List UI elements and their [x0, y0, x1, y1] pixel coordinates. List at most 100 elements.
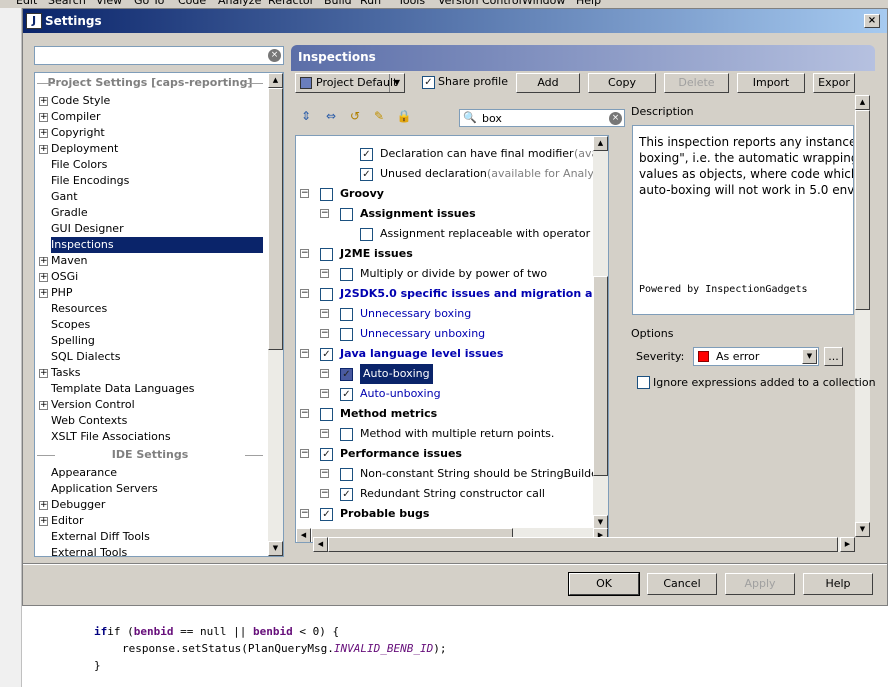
scroll-thumb[interactable]: [855, 110, 870, 310]
close-button[interactable]: ×: [864, 14, 880, 28]
collapse-icon[interactable]: −: [320, 489, 329, 498]
inspection-row[interactable]: − Groovy: [296, 184, 596, 204]
settings-tree-item[interactable]: Inspections: [35, 237, 267, 253]
collapse-icon[interactable]: −: [320, 269, 329, 278]
settings-tree-item[interactable]: Gant: [35, 189, 267, 205]
inspection-row[interactable]: − Auto-boxing: [296, 364, 596, 384]
scroll-left-icon[interactable]: ◀: [296, 528, 311, 542]
severity-dropdown[interactable]: As error ▼: [693, 347, 819, 366]
scroll-down-icon[interactable]: ▼: [855, 522, 870, 537]
inspections-tree[interactable]: Declaration can have final modifier (ava…: [295, 135, 609, 543]
inspection-checkbox[interactable]: [320, 508, 333, 521]
scroll-right-icon[interactable]: ▶: [840, 537, 855, 552]
edit-severity-icon[interactable]: ✎: [371, 108, 387, 124]
ide-menu-item[interactable]: Build: [324, 0, 352, 7]
inspection-row[interactable]: − Probable bugs: [296, 504, 596, 524]
expand-icon[interactable]: +: [39, 501, 48, 510]
expand-icon[interactable]: +: [39, 145, 48, 154]
tree-scrollbar[interactable]: ▲ ▼: [268, 73, 283, 556]
edit-severities-button[interactable]: ...: [824, 347, 843, 366]
settings-tree-item[interactable]: SQL Dialects: [35, 349, 267, 365]
inspection-checkbox[interactable]: [320, 408, 333, 421]
settings-tree-item[interactable]: Application Servers: [35, 481, 267, 497]
inspection-row[interactable]: − Java language level issues: [296, 344, 596, 364]
inspection-checkbox[interactable]: [360, 148, 373, 161]
inspection-row[interactable]: Unused declaration (available for Analyz…: [296, 164, 608, 184]
inspection-row[interactable]: − Performance issues: [296, 444, 596, 464]
collapse-icon[interactable]: −: [300, 509, 309, 518]
expand-icon[interactable]: +: [39, 369, 48, 378]
ide-menu-item[interactable]: View: [96, 0, 122, 7]
expand-icon[interactable]: +: [39, 273, 48, 282]
collapse-icon[interactable]: −: [320, 429, 329, 438]
share-profile-checkbox[interactable]: [422, 76, 435, 89]
settings-tree-item[interactable]: Spelling: [35, 333, 267, 349]
settings-tree-item[interactable]: Gradle: [35, 205, 267, 221]
collapse-icon[interactable]: −: [320, 209, 329, 218]
inspection-checkbox[interactable]: [340, 488, 353, 501]
scroll-up-icon[interactable]: ▲: [855, 95, 870, 110]
ide-menu-item[interactable]: Refactor: [268, 0, 314, 7]
export-button[interactable]: Expor: [813, 73, 855, 93]
inspection-checkbox[interactable]: [340, 368, 353, 381]
collapse-icon[interactable]: −: [300, 449, 309, 458]
clear-filter-icon[interactable]: ×: [609, 112, 622, 125]
settings-tree-item[interactable]: External Tools: [35, 545, 267, 556]
right-panel-vscrollbar[interactable]: ▲ ▼: [855, 95, 870, 537]
expand-icon[interactable]: +: [39, 113, 48, 122]
settings-tree-item[interactable]: + Code Style: [35, 93, 267, 109]
scroll-left-icon[interactable]: ◀: [313, 537, 328, 552]
settings-tree-item[interactable]: GUI Designer: [35, 221, 267, 237]
inspection-checkbox[interactable]: [320, 248, 333, 261]
settings-tree[interactable]: Project Settings [caps-reporting] + Code S…: [34, 72, 284, 557]
inspection-row[interactable]: Assignment replaceable with operator ass…: [296, 224, 608, 244]
collapse-icon[interactable]: −: [300, 349, 309, 358]
ide-menu-item[interactable]: Version Control: [438, 0, 522, 7]
ide-menu-item[interactable]: Tools: [398, 0, 425, 7]
collapse-icon[interactable]: −: [320, 469, 329, 478]
dialog-titlebar[interactable]: J Settings ×: [23, 9, 887, 33]
expand-icon[interactable]: +: [39, 257, 48, 266]
inspection-row[interactable]: − J2ME issues: [296, 244, 596, 264]
collapse-icon[interactable]: −: [320, 329, 329, 338]
inspection-checkbox[interactable]: [340, 308, 353, 321]
collapse-icon[interactable]: −: [320, 389, 329, 398]
inspection-row[interactable]: − Assignment issues: [296, 204, 596, 224]
settings-tree-item[interactable]: + Compiler: [35, 109, 267, 125]
ide-menu-item[interactable]: Analyze: [218, 0, 261, 7]
inspection-row[interactable]: − Redundant String constructor call: [296, 484, 596, 504]
settings-tree-item[interactable]: + Maven: [35, 253, 267, 269]
scroll-thumb[interactable]: [328, 537, 838, 552]
expand-all-icon[interactable]: ⇕: [298, 108, 314, 124]
inspection-row[interactable]: − Non-constant String should be StringBui…: [296, 464, 602, 484]
settings-tree-item[interactable]: Appearance: [35, 465, 267, 481]
expand-icon[interactable]: +: [39, 129, 48, 138]
scroll-thumb[interactable]: [593, 276, 608, 476]
settings-tree-item[interactable]: + Copyright: [35, 125, 267, 141]
inspection-checkbox[interactable]: [340, 468, 353, 481]
settings-tree-item[interactable]: Template Data Languages: [35, 381, 267, 397]
inspection-checkbox[interactable]: [340, 428, 353, 441]
ide-menu-item[interactable]: Code: [178, 0, 206, 7]
settings-tree-item[interactable]: + Tasks: [35, 365, 267, 381]
inspection-checkbox[interactable]: [320, 348, 333, 361]
inspection-row[interactable]: − Multiply or divide by power of two: [296, 264, 596, 284]
apply-button[interactable]: Apply: [725, 573, 795, 595]
inspection-row[interactable]: − Auto-unboxing: [296, 384, 596, 404]
ok-button[interactable]: OK: [568, 572, 640, 596]
inspection-row[interactable]: Declaration can have final modifier (ava…: [296, 144, 608, 164]
expand-icon[interactable]: +: [39, 97, 48, 106]
ide-menu-item[interactable]: Go To: [134, 0, 164, 7]
collapse-all-icon[interactable]: ⇔: [323, 108, 339, 124]
reset-icon[interactable]: ↺: [347, 108, 363, 124]
tree-vscrollbar[interactable]: ▲ ▼: [593, 136, 608, 530]
settings-tree-item[interactable]: External Diff Tools: [35, 529, 267, 545]
inspection-row[interactable]: − Method metrics: [296, 404, 596, 424]
inspection-row[interactable]: − J2SDK5.0 specific issues and migration …: [296, 284, 608, 304]
inspection-checkbox[interactable]: [340, 388, 353, 401]
ide-menu-item[interactable]: Search: [48, 0, 86, 7]
delete-button[interactable]: Delete: [664, 73, 729, 93]
cancel-button[interactable]: Cancel: [647, 573, 717, 595]
profile-dropdown[interactable]: Project Default ▼: [295, 73, 405, 93]
settings-search-input[interactable]: ×: [34, 46, 284, 65]
